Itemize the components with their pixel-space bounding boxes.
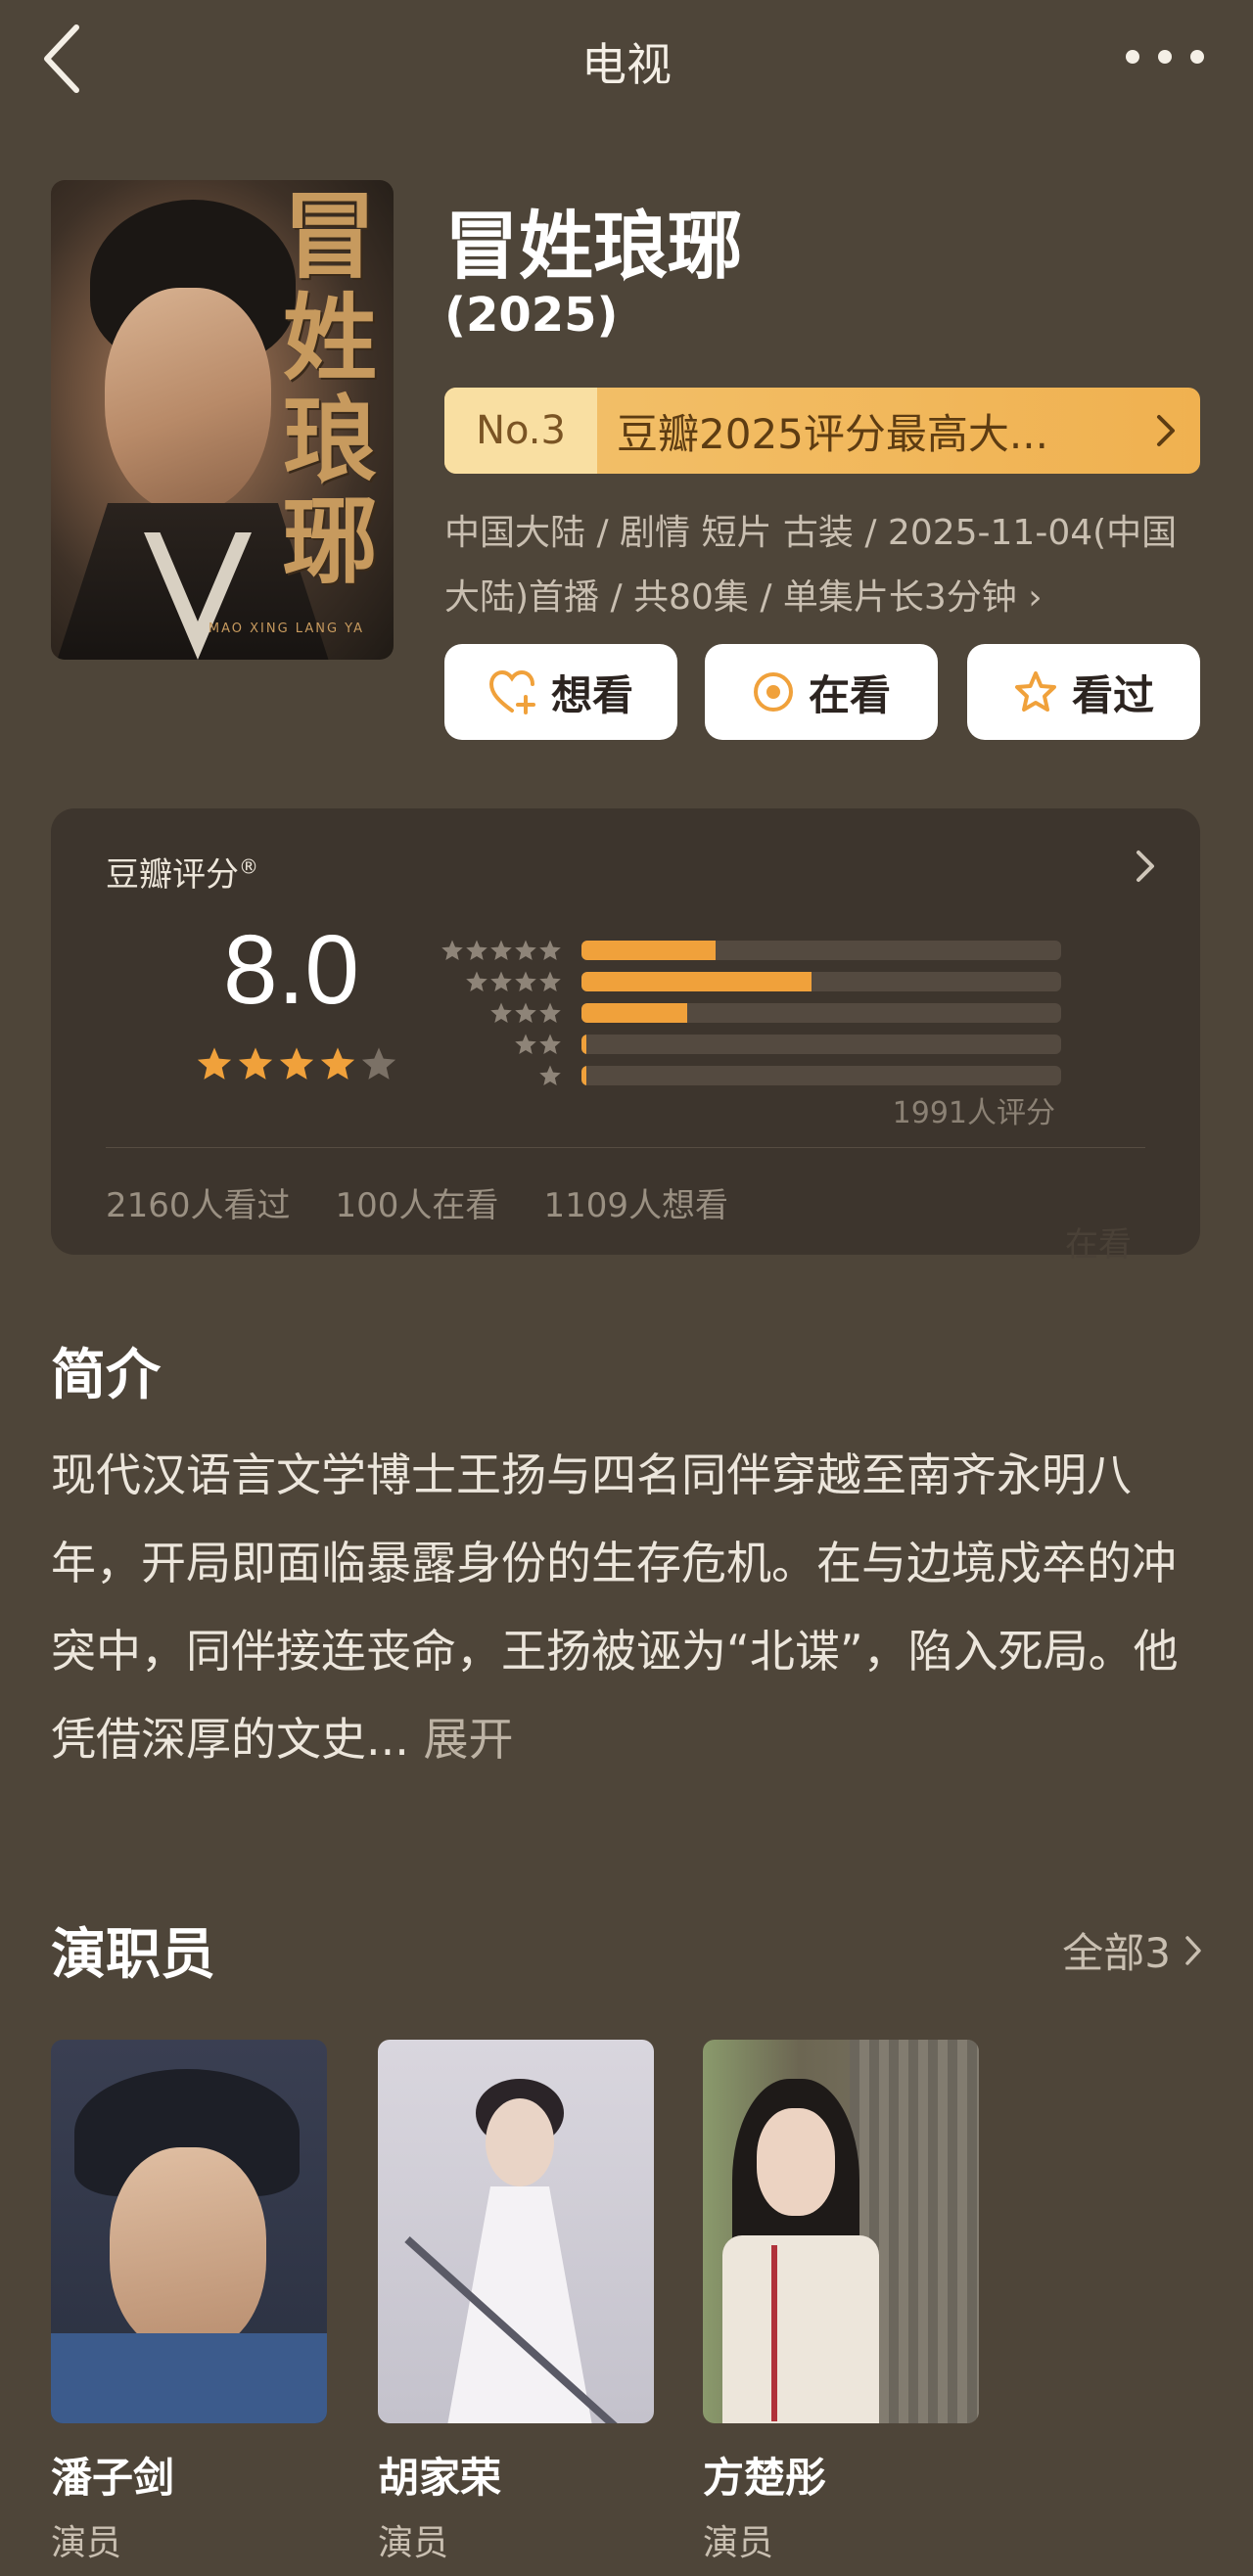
- watched-count: 2160人看过: [106, 1186, 291, 1225]
- more-dot-icon: [1158, 50, 1172, 64]
- small-star-icon: [539, 940, 561, 960]
- chevron-right-icon: [1157, 415, 1175, 446]
- intro-text: 现代汉语言文学博士王扬与四名同伴穿越至南齐永明八年，开局即面临暴露身份的生存危机…: [51, 1449, 1179, 1766]
- poster-english-caption: MAO XING LANG YA: [208, 621, 364, 636]
- rating-star-icon: [361, 1047, 396, 1080]
- small-star-icon: [490, 1002, 512, 1023]
- small-star-icon: [441, 940, 463, 960]
- distribution-track: [581, 1035, 1061, 1054]
- distribution-stars: [441, 1033, 562, 1056]
- rank-number: No.3: [444, 388, 597, 474]
- want-to-watch-label: 想看: [550, 670, 633, 719]
- more-options-button[interactable]: [1126, 35, 1204, 78]
- small-star-icon: [466, 940, 487, 960]
- small-star-icon: [490, 940, 512, 960]
- distribution-bar: [581, 1003, 687, 1023]
- rating-star-icon: [279, 1047, 314, 1080]
- watching-label: 在看: [808, 670, 891, 719]
- target-icon: [753, 672, 793, 712]
- rating-star-icon: [238, 1047, 273, 1080]
- poster-face: [105, 288, 271, 513]
- show-meta-info[interactable]: 中国大陆 / 剧情 短片 古装 / 2025-11-04(中国大陆)首播 / 共…: [444, 501, 1208, 630]
- rating-star-icon: [320, 1047, 355, 1080]
- distribution-track: [581, 1066, 1061, 1085]
- top-bar: 电视: [0, 0, 1253, 117]
- small-star-icon: [515, 1002, 536, 1023]
- cast-card[interactable]: 方楚彤 演员: [703, 2040, 979, 2565]
- cast-name: 方楚彤: [703, 2454, 827, 2502]
- rating-card[interactable]: 豆瓣评分® 8.0 1991人评分 2160人看过 100人在看 1109人想看…: [51, 808, 1200, 1265]
- rating-distribution-row: [441, 967, 1067, 996]
- watched-label: 看过: [1071, 670, 1154, 719]
- page-title: 电视: [581, 38, 672, 91]
- rating-count: 1991人评分: [892, 1096, 1055, 1130]
- rating-distribution-row: [441, 936, 1067, 965]
- cast-card[interactable]: 胡家荣 演员: [378, 2040, 654, 2565]
- want-to-watch-button[interactable]: 想看: [444, 644, 677, 740]
- divider: [106, 1147, 1145, 1148]
- watermark: 在看: [1065, 1225, 1132, 1265]
- score-stars: [196, 1045, 397, 1082]
- distribution-stars: [441, 1064, 562, 1087]
- cast-photo: [703, 2040, 979, 2423]
- distribution-bar: [581, 972, 812, 991]
- watching-count: 100人在看: [335, 1186, 499, 1225]
- cast-photo: [378, 2040, 654, 2423]
- cast-photo: [51, 2040, 327, 2423]
- cast-all-link[interactable]: 全部3: [1062, 1920, 1202, 1980]
- star-outline-icon: [1014, 671, 1056, 712]
- more-dot-icon: [1190, 50, 1204, 64]
- rating-score: 8.0: [223, 915, 360, 1025]
- distribution-stars: [441, 939, 562, 962]
- rating-distribution-row: [441, 998, 1067, 1028]
- cast-name: 潘子剑: [51, 2454, 175, 2502]
- distribution-bar: [581, 941, 717, 960]
- distribution-stars: [441, 970, 562, 993]
- rating-label: 豆瓣评分®: [106, 854, 258, 895]
- watched-button[interactable]: 看过: [967, 644, 1200, 740]
- distribution-track: [581, 941, 1061, 960]
- expand-link[interactable]: 展开: [424, 1713, 514, 1766]
- poster-calligraphy: 冒 姓 琅 琊: [283, 181, 377, 597]
- want-count: 1109人想看: [543, 1186, 728, 1225]
- watching-button[interactable]: 在看: [705, 644, 938, 740]
- intro-title: 简介: [51, 1344, 161, 1407]
- cast-card[interactable]: 潘子剑 演员: [51, 2040, 327, 2565]
- small-star-icon: [539, 971, 561, 991]
- small-star-icon: [515, 971, 536, 991]
- rating-distribution-row: [441, 1030, 1067, 1059]
- small-star-icon: [539, 1034, 561, 1054]
- distribution-bar: [581, 1035, 586, 1054]
- more-dot-icon: [1126, 50, 1139, 64]
- chevron-right-icon: [1185, 1935, 1201, 1965]
- show-title: 冒姓琅琊: [444, 203, 742, 290]
- cast-name: 胡家荣: [378, 2454, 502, 2502]
- distribution-stars: [441, 1001, 562, 1025]
- rating-distribution-row: [441, 1061, 1067, 1090]
- cast-role: 演员: [51, 2523, 122, 2563]
- distribution-bar: [581, 1066, 586, 1085]
- small-star-icon: [466, 971, 487, 991]
- show-poster[interactable]: 冒 姓 琅 琊 MAO XING LANG YA: [51, 180, 394, 660]
- rating-star-icon: [197, 1047, 232, 1080]
- distribution-track: [581, 972, 1061, 991]
- heart-plus-icon: [488, 669, 535, 714]
- distribution-track: [581, 1003, 1061, 1023]
- show-year: (2025): [444, 288, 619, 343]
- small-star-icon: [515, 1034, 536, 1054]
- rank-text: 豆瓣2025评分最高大...: [617, 409, 1048, 458]
- cast-title: 演职员: [51, 1923, 215, 1987]
- small-star-icon: [539, 1002, 561, 1023]
- cast-role: 演员: [703, 2523, 774, 2563]
- small-star-icon: [515, 940, 536, 960]
- rank-banner[interactable]: No.3 豆瓣2025评分最高大...: [444, 388, 1200, 474]
- chevron-right-icon: [1137, 851, 1154, 882]
- small-star-icon: [490, 971, 512, 991]
- small-star-icon: [539, 1065, 561, 1085]
- rating-stats: 2160人看过 100人在看 1109人想看: [106, 1178, 728, 1226]
- cast-role: 演员: [378, 2523, 449, 2563]
